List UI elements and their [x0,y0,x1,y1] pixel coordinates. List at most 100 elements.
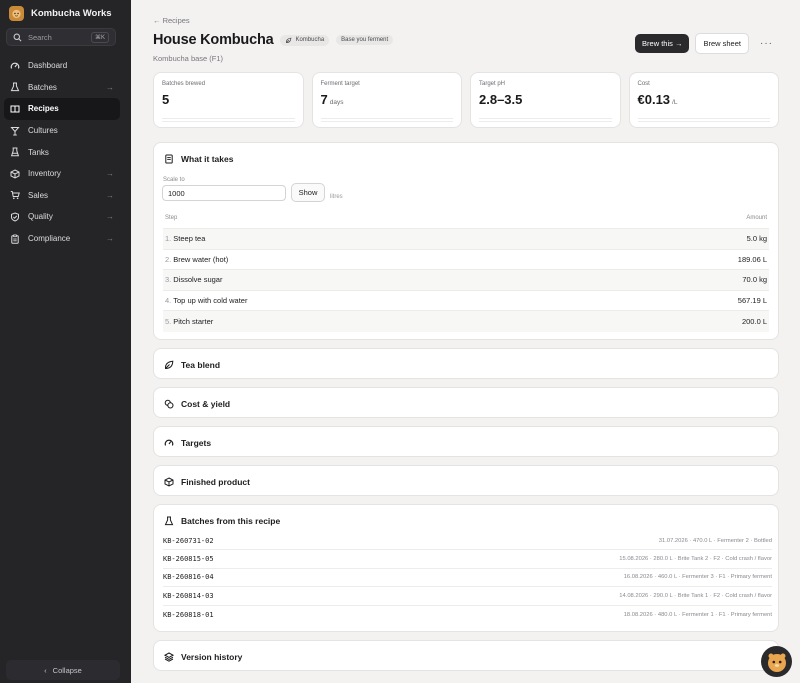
stat-value: 7 [320,92,328,107]
steps-table: Step Amount 1. Steep tea 5.0 kg 2. Brew wa… [163,207,769,332]
stat-divider [162,118,295,122]
stat-value: 5 [162,92,170,107]
batch-meta: 16.08.2026 · 460.0 L · Fermenter 3 · F1 … [623,574,772,581]
table-header: Step Amount [163,207,769,229]
brand-name: Kombucha Works [31,8,112,19]
batch-row[interactable]: KB-260816-04 16.08.2026 · 460.0 L · Ferm… [163,569,772,588]
step-amount: 567.19 L [737,296,767,306]
what-it-takes-header[interactable]: What it takes [154,143,778,174]
search-icon [13,33,22,41]
version-history-card[interactable]: Version history [153,640,779,671]
table-row: 4. Top up with cold water 567.19 L [163,291,769,312]
section-title: Batches from this recipe [181,515,281,526]
sidebar-item-inventory[interactable]: Inventory → [4,163,120,185]
tea-blend-header[interactable]: Tea blend [154,349,778,380]
finished-product-card[interactable]: Finished product [153,465,779,496]
cost-yield-card[interactable]: Cost & yield [153,387,779,418]
tank-icon [10,147,20,157]
main-content: ← Recipes House Kombucha Kombucha Base y… [131,0,800,683]
collapse-sidebar-button[interactable]: ‹ Collapse [6,660,120,680]
step-number: 5. [165,317,172,327]
brew-sheet-button[interactable]: Brew sheet [695,33,749,54]
breadcrumb-back-link[interactable]: ← Recipes [153,16,190,25]
sidebar-item-sales[interactable]: Sales → [4,185,120,207]
cart-icon [10,191,20,200]
table-row: 5. Pitch starter 200.0 L [163,311,769,332]
mascot-icon [767,653,786,672]
chevron-right-icon: → [106,212,114,222]
sidebar-nav: Dashboard Batches → Recipes Cultures Tan… [4,55,120,249]
header-actions: Brew this → Brew sheet ··· [635,33,778,54]
batch-code[interactable]: KB-260816-04 [163,573,214,581]
batch-row[interactable]: KB-260814-03 14.08.2026 · 290.0 L · Brit… [163,587,772,606]
clipboard-icon [11,233,19,244]
batches-card: Batches from this recipe KB-260731-02 31… [153,504,779,632]
step-name: Dissolve sugar [173,275,223,285]
scale-input[interactable] [162,185,286,201]
batch-code[interactable]: KB-260815-05 [163,555,214,563]
step-amount: 200.0 L [741,317,767,327]
finished-product-header[interactable]: Finished product [154,466,778,497]
section-title: What it takes [181,153,234,164]
chevron-right-icon: → [106,234,114,244]
batch-code[interactable]: KB-260731-02 [163,537,214,545]
stat-card-ferment: Ferment target 7 days [311,72,462,128]
brand[interactable]: Kombucha Works [9,6,112,21]
flask-icon [164,516,174,525]
version-history-header[interactable]: Version history [154,641,778,672]
step-name: Top up with cold water [173,296,248,306]
collapse-label: Collapse [52,665,82,675]
gauge-icon [10,62,20,69]
culture-icon [10,126,20,136]
sidebar-item-label: Sales [28,190,49,200]
more-options-button[interactable]: ··· [755,38,778,49]
stat-unit: /L [672,99,678,106]
flask-icon [10,82,20,92]
batch-row[interactable]: KB-260815-05 15.08.2026 · 280.0 L · Brit… [163,550,772,569]
page-title: House Kombucha [153,32,274,48]
stat-divider [637,118,770,122]
stat-label: Target pH [479,81,506,87]
batch-row[interactable]: KB-260818-01 18.08.2026 · 480.0 L · Ferm… [163,606,772,624]
chevron-left-icon: ‹ [44,665,47,675]
sidebar-item-cultures[interactable]: Cultures [4,120,120,142]
gauge-icon [164,439,174,446]
sidebar-item-batches[interactable]: Batches → [4,77,120,99]
batch-row[interactable]: KB-260731-02 31.07.2026 · 470.0 L · Ferm… [163,532,772,551]
targets-header[interactable]: Targets [154,427,778,458]
sidebar-item-dashboard[interactable]: Dashboard [4,55,120,77]
batch-meta: 18.08.2026 · 480.0 L · Fermenter 1 · F1 … [623,611,772,618]
sidebar-item-label: Tanks [28,147,49,157]
leaf-icon [164,360,174,369]
sidebar-item-compliance[interactable]: Compliance → [4,228,120,250]
layers-icon [164,651,174,662]
search-box[interactable]: ⌘K [6,28,116,46]
sidebar-item-label: Recipes [28,104,59,114]
brand-logo-icon [9,6,24,21]
tea-blend-card[interactable]: Tea blend [153,348,779,379]
step-name: Pitch starter [173,317,214,327]
stat-value: €0.13 [637,92,671,107]
sidebar-item-tanks[interactable]: Tanks [4,141,120,163]
show-button[interactable]: Show [291,183,325,202]
batch-code[interactable]: KB-260818-01 [163,611,214,619]
sidebar-item-label: Batches [28,82,57,92]
chevron-right-icon: → [106,190,114,200]
sidebar-item-label: Inventory [28,169,61,179]
brew-this-button[interactable]: Brew this → [635,34,690,53]
sidebar-item-quality[interactable]: Quality → [4,206,120,228]
batch-meta: 15.08.2026 · 280.0 L · Brite Tank 2 · F2… [619,556,772,563]
cost-yield-header[interactable]: Cost & yield [154,388,778,419]
batch-meta: 14.08.2026 · 290.0 L · Brite Tank 1 · F2… [619,592,772,599]
search-input[interactable] [28,32,85,42]
step-amount: 189.06 L [737,254,767,264]
step-number: 2. [165,254,172,264]
batch-code[interactable]: KB-260814-03 [163,592,214,600]
step-number: 4. [165,296,172,306]
step-number: 1. [165,234,172,244]
assistant-avatar[interactable] [761,646,792,677]
sidebar-item-label: Compliance [28,234,71,244]
targets-card[interactable]: Targets [153,426,779,457]
sidebar-item-recipes[interactable]: Recipes [4,98,120,120]
stat-card-ph: Target pH 2.8–3.5 [470,72,621,128]
